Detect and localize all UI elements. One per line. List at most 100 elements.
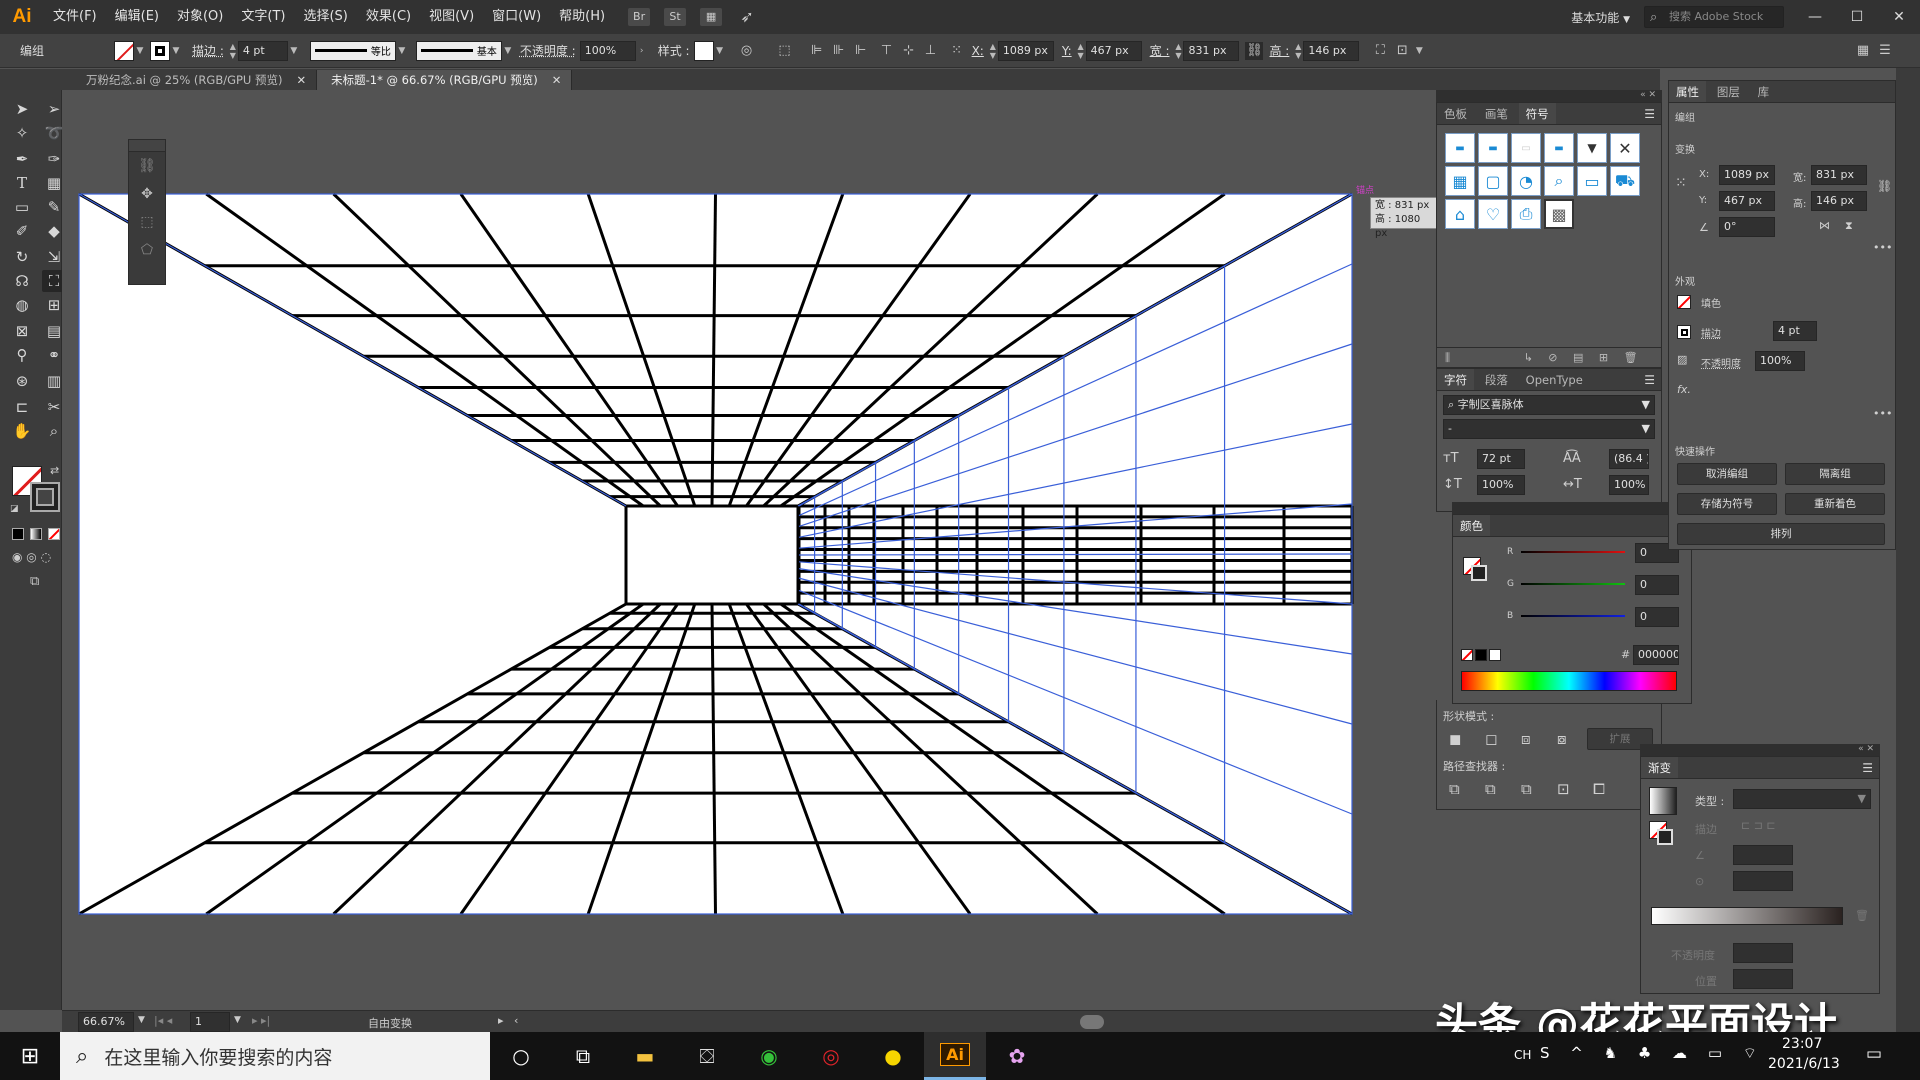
gradient-mode-icon[interactable] bbox=[30, 528, 42, 540]
close-icon[interactable]: ✕ bbox=[552, 73, 562, 87]
leading-field[interactable]: (86.4 ) bbox=[1609, 449, 1649, 469]
prop-x-field[interactable]: 1089 px bbox=[1719, 165, 1775, 185]
stroke-weight-field[interactable]: 4 pt bbox=[237, 40, 288, 61]
height-field[interactable]: 146 px bbox=[1303, 40, 1360, 61]
swap-fill-stroke-icon[interactable]: ⇄ bbox=[50, 464, 59, 477]
more-options-icon[interactable]: ••• bbox=[1873, 407, 1892, 420]
symbol-banner-3[interactable]: ▭ bbox=[1511, 133, 1541, 163]
music-app-icon[interactable]: ◎ bbox=[800, 1032, 862, 1080]
gradient-angle-field[interactable] bbox=[1733, 845, 1793, 865]
chevron-down-icon[interactable]: ▼ bbox=[134, 46, 146, 56]
prop-link-icon[interactable]: ⛓ bbox=[1877, 179, 1892, 193]
ime-label[interactable]: CH bbox=[1514, 1048, 1531, 1062]
align-middle-icon[interactable]: ⊹ bbox=[900, 42, 918, 60]
rotate-tool-icon[interactable]: ↻ bbox=[10, 246, 34, 268]
exclude-icon[interactable]: ⧇ bbox=[1557, 730, 1567, 748]
color-spectrum[interactable] bbox=[1461, 671, 1677, 691]
menu-object[interactable]: 对象(O) bbox=[168, 0, 232, 34]
chevron-down-icon[interactable]: ▼ bbox=[234, 1015, 241, 1025]
align-top-icon[interactable]: ⊤ bbox=[878, 42, 896, 60]
notification-icon[interactable]: ▭ bbox=[1866, 1044, 1882, 1064]
tab-document-1[interactable]: 万粉纪念.ai @ 25% (RGB/GPU 预览) ✕ bbox=[72, 70, 318, 90]
trim-icon[interactable]: ⧉ bbox=[1485, 780, 1496, 798]
magic-wand-tool-icon[interactable]: ✧ bbox=[10, 122, 34, 144]
menu-effect[interactable]: 效果(C) bbox=[357, 0, 420, 34]
prop-w-field[interactable]: 831 px bbox=[1811, 165, 1867, 185]
vertical-scale-field[interactable]: 100% bbox=[1477, 475, 1525, 495]
tab-color[interactable]: 颜色 bbox=[1453, 515, 1490, 536]
arrange-documents-icon[interactable]: ▦ bbox=[700, 8, 723, 26]
pen-tool-icon[interactable]: ✒ bbox=[10, 148, 34, 170]
merge-icon[interactable]: ⧉ bbox=[1521, 780, 1532, 798]
graphic-style-swatch[interactable] bbox=[693, 40, 714, 61]
perspective-distort-icon[interactable]: ⬚ bbox=[129, 208, 165, 236]
chevron-down-icon[interactable]: ▼ bbox=[1413, 46, 1425, 56]
symbol-search-icon[interactable]: ⌕ bbox=[1544, 166, 1574, 196]
clock-date[interactable]: 2021/6/13 bbox=[1768, 1056, 1840, 1072]
save-as-symbol-button[interactable]: 存储为符号 bbox=[1677, 493, 1777, 515]
symbol-banner-2[interactable]: ▬ bbox=[1478, 133, 1508, 163]
menu-select[interactable]: 选择(S) bbox=[294, 0, 356, 34]
divide-icon[interactable]: ⧉ bbox=[1449, 780, 1460, 798]
recolor-button[interactable]: 重新着色 bbox=[1785, 493, 1885, 515]
r-slider[interactable] bbox=[1521, 551, 1625, 553]
gradient-stroke-proxy[interactable] bbox=[1657, 829, 1673, 845]
fx-label[interactable]: fx. bbox=[1677, 383, 1691, 396]
shaper-tool-icon[interactable]: ✐ bbox=[10, 220, 34, 242]
tab-brushes[interactable]: 画笔 bbox=[1478, 103, 1515, 124]
width-field[interactable]: 831 px bbox=[1183, 40, 1240, 61]
tencent-app-icon[interactable]: ● bbox=[862, 1032, 924, 1080]
scroll-left-icon[interactable]: ‹ bbox=[514, 1014, 518, 1027]
symbol-grid-icon[interactable]: ▩ bbox=[1544, 199, 1574, 229]
free-distort-icon[interactable]: ⬠ bbox=[129, 236, 165, 264]
angle-field[interactable]: 0° bbox=[1719, 217, 1775, 237]
y-field[interactable]: 467 px bbox=[1085, 40, 1142, 61]
none-swatch[interactable] bbox=[1461, 649, 1473, 661]
delete-stop-icon[interactable]: 🗑 bbox=[1855, 909, 1869, 922]
symbol-library-icon[interactable]: ⫼ bbox=[1445, 351, 1450, 364]
g-slider[interactable] bbox=[1521, 583, 1625, 585]
chevron-down-icon[interactable]: ▼ bbox=[170, 46, 182, 56]
reference-point-icon[interactable]: ⁙ bbox=[948, 42, 966, 60]
arrange-button[interactable]: 排列 bbox=[1677, 523, 1885, 545]
height-stepper[interactable]: ▲ ▼ bbox=[1293, 42, 1303, 60]
artboard-nav-next[interactable]: ▸ ▸| bbox=[252, 1014, 270, 1027]
symbol-dropdown-icon[interactable]: ▼ bbox=[1577, 133, 1607, 163]
symbol-window-icon[interactable]: ▢ bbox=[1478, 166, 1508, 196]
selection-tool-icon[interactable]: ➤ bbox=[10, 98, 34, 120]
draw-mode-icon[interactable]: ◉ ◎ ◌ bbox=[12, 550, 51, 564]
transform-options-icon[interactable]: ⊡ bbox=[1393, 42, 1411, 60]
maximize-button[interactable]: ☐ bbox=[1836, 9, 1878, 25]
crop-icon[interactable]: ⊡ bbox=[1557, 780, 1570, 798]
g-field[interactable]: 0 bbox=[1635, 575, 1679, 595]
menu-view[interactable]: 视图(V) bbox=[420, 0, 483, 34]
x-stepper[interactable]: ▲ ▼ bbox=[988, 42, 998, 60]
gradient-stroke-options[interactable]: ⊏ ⊐ ⊏ bbox=[1741, 819, 1776, 832]
tab-opentype[interactable]: OpenType bbox=[1519, 369, 1590, 390]
minimize-button[interactable]: — bbox=[1794, 9, 1836, 25]
constrain-icon[interactable]: ⛓ bbox=[129, 152, 165, 180]
recolor-icon[interactable]: ◎ bbox=[738, 42, 756, 60]
bridge-icon[interactable]: Br bbox=[628, 8, 651, 26]
default-colors-icon[interactable]: ◪ bbox=[10, 504, 19, 514]
menu-file[interactable]: 文件(F) bbox=[44, 0, 106, 34]
artboard-tool-icon[interactable]: ⊏ bbox=[10, 396, 34, 418]
eyedropper-tool-icon[interactable]: ⚲ bbox=[10, 344, 34, 366]
width-stepper[interactable]: ▲ ▼ bbox=[1173, 42, 1183, 60]
panel-menu-icon[interactable]: ☰ bbox=[1876, 42, 1894, 60]
symbol-calendar-icon[interactable]: ▦ bbox=[1445, 166, 1475, 196]
shape-builder-tool-icon[interactable]: ◍ bbox=[10, 294, 34, 316]
isolate-group-button[interactable]: 隔离组 bbox=[1785, 463, 1885, 485]
tab-document-2[interactable]: 未标题-1* @ 66.67% (RGB/GPU 预览) ✕ bbox=[317, 70, 573, 90]
none-mode-icon[interactable] bbox=[48, 528, 60, 540]
taskbar-search-input[interactable]: ⌕ 在这里输入你要搜索的内容 bbox=[60, 1032, 490, 1080]
paint-app-icon[interactable]: ✿ bbox=[986, 1032, 1048, 1080]
transform-icon[interactable]: ⬚ bbox=[776, 42, 794, 60]
black-swatch[interactable] bbox=[1475, 649, 1487, 661]
tab-symbols[interactable]: 符号 bbox=[1518, 103, 1556, 124]
send-icon[interactable]: ➶ bbox=[736, 8, 758, 26]
menu-type[interactable]: 文字(T) bbox=[232, 0, 294, 34]
outline-icon[interactable]: ⧠ bbox=[1593, 780, 1605, 798]
menu-help[interactable]: 帮助(H) bbox=[550, 0, 614, 34]
appearance-stroke-swatch[interactable] bbox=[1677, 325, 1691, 339]
